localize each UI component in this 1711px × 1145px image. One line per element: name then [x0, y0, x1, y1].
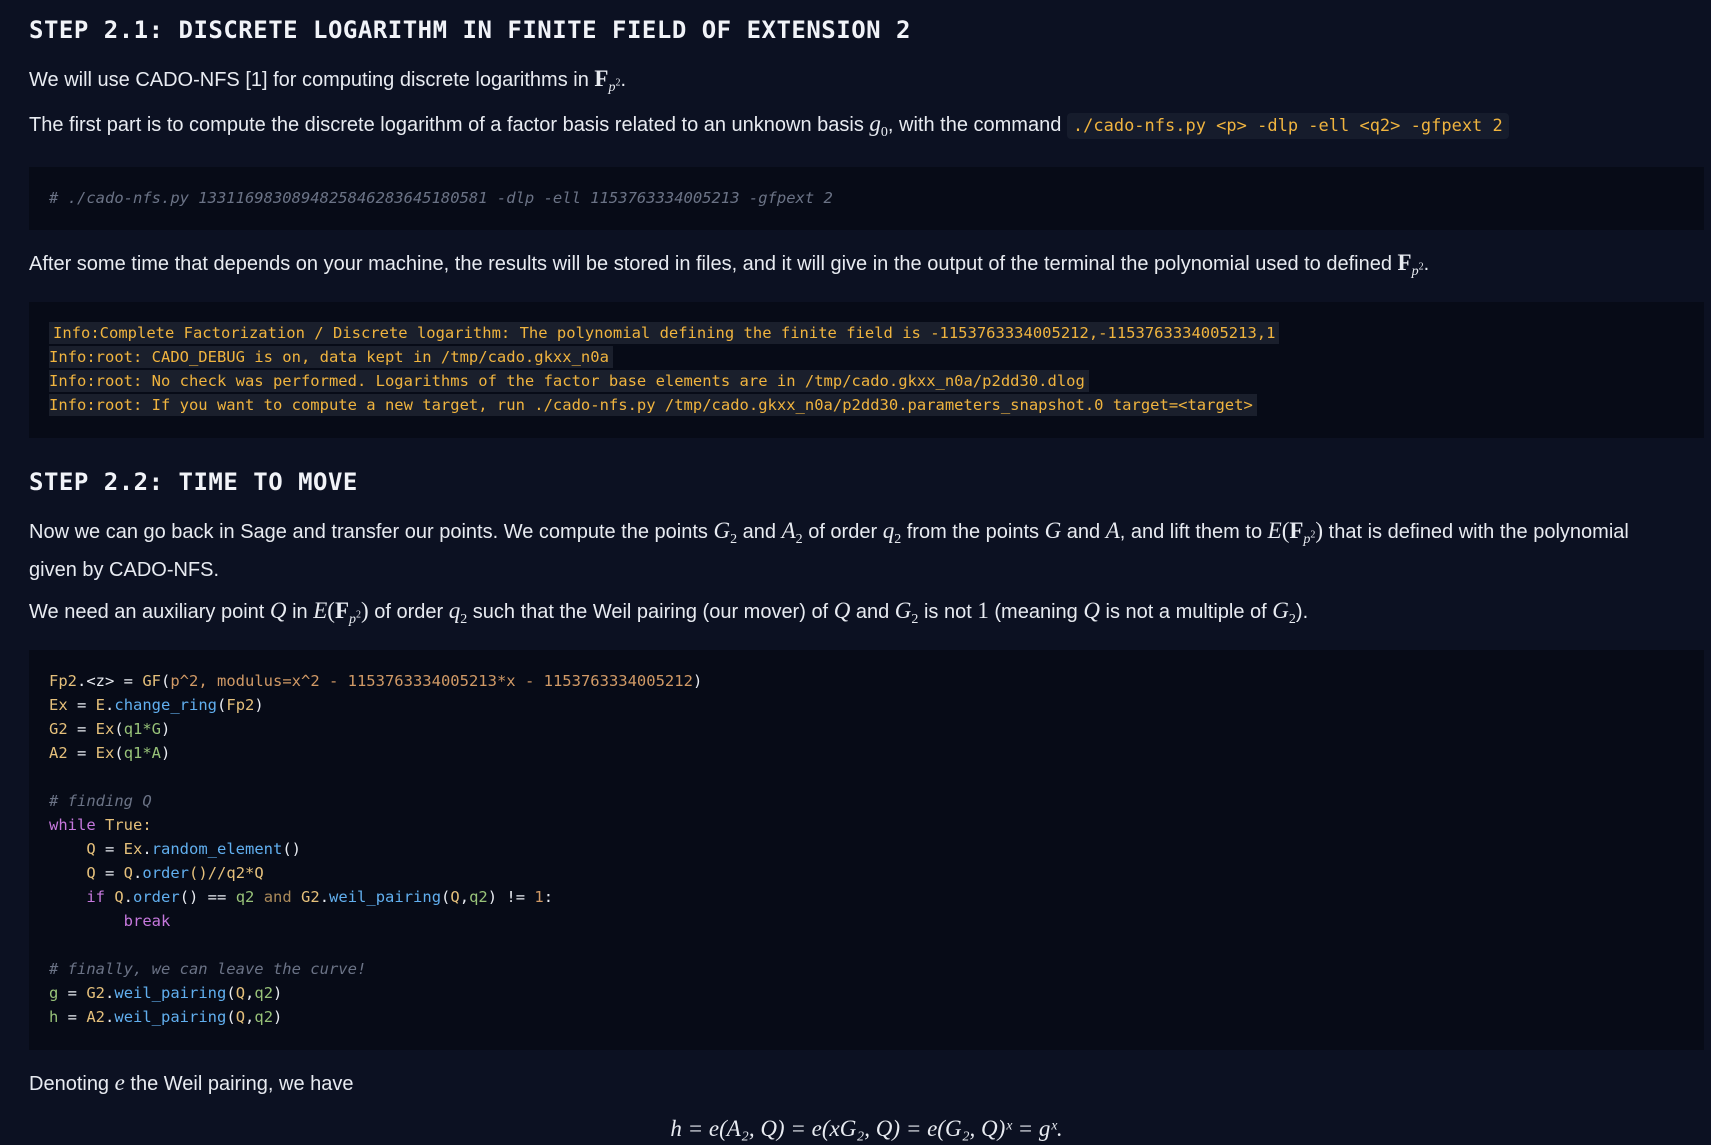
- paragraph-weil-pairing: Denoting e the Weil pairing, we have: [29, 1070, 354, 1095]
- paragraph-auxiliary-point: We need an auxiliary point Q in E(Fp2) o…: [29, 598, 1309, 627]
- equation: h = e(A₂, Q) = e(xG₂, Q) = e(G₂, Q)ˣ = g…: [670, 1116, 1063, 1141]
- output-line: Info:root: If you want to compute a new …: [49, 393, 1279, 417]
- document-page: STEP 2.1: DISCRETE LOGARITHM IN FINITE F…: [0, 0, 1711, 1145]
- math-fp2: F: [594, 66, 609, 91]
- code-comment: # finding Q: [49, 792, 152, 810]
- paragraph-results: After some time that depends on your mac…: [29, 250, 1430, 279]
- code-line: break: [123, 912, 171, 930]
- sage-code-block: Fp2.<z> = GF(p^2, modulus=x^2 - 11537633…: [29, 650, 1704, 1050]
- command-code-block: # ./cado-nfs.py 133116983089482584628364…: [29, 167, 1704, 230]
- output-line: Info:root: No check was performed. Logar…: [49, 369, 1279, 393]
- code-line: Ex = E.change_ring(Fp2): [49, 696, 264, 714]
- math-g0: g: [869, 111, 881, 136]
- code-line: g = G2.weil_pairing(Q,q2): [49, 984, 283, 1002]
- inline-command: ./cado-nfs.py <p> -dlp -ell <q2> -gfpext…: [1066, 113, 1509, 139]
- code-line: h = A2.weil_pairing(Q,q2): [49, 1008, 283, 1026]
- paragraph-factor-basis: The first part is to compute the discret…: [29, 109, 1509, 148]
- paragraph-transfer-points: Now we can go back in Sage and transfer …: [29, 518, 1629, 581]
- terminal-output-block: Info:Complete Factorization / Discrete l…: [29, 302, 1704, 438]
- step-2-1-heading: STEP 2.1: DISCRETE LOGARITHM IN FINITE F…: [29, 16, 912, 44]
- code-line: G2 = Ex(q1*G): [49, 720, 171, 738]
- command-comment: # ./cado-nfs.py 133116983089482584628364…: [49, 189, 833, 207]
- code-line: Q = Ex.random_element(): [86, 840, 302, 858]
- output-line: Info:root: CADO_DEBUG is on, data kept i…: [49, 345, 1279, 369]
- step-2-2-heading: STEP 2.2: TIME TO MOVE: [29, 468, 358, 496]
- code-line: Q = Q.order()//q2*Q: [86, 864, 264, 882]
- paragraph-cado-intro: We will use CADO-NFS [1] for computing d…: [29, 66, 626, 95]
- code-comment: # finally, we can leave the curve!: [49, 960, 367, 978]
- code-line: if Q.order() == q2 and G2.weil_pairing(Q…: [86, 888, 554, 906]
- output-line: Info:Complete Factorization / Discrete l…: [49, 321, 1280, 345]
- code-line: A2 = Ex(q1*A): [49, 744, 171, 762]
- code-line: while True:: [49, 816, 152, 834]
- code-line: Fp2.<z> = GF(p^2, modulus=x^2 - 11537633…: [49, 672, 703, 690]
